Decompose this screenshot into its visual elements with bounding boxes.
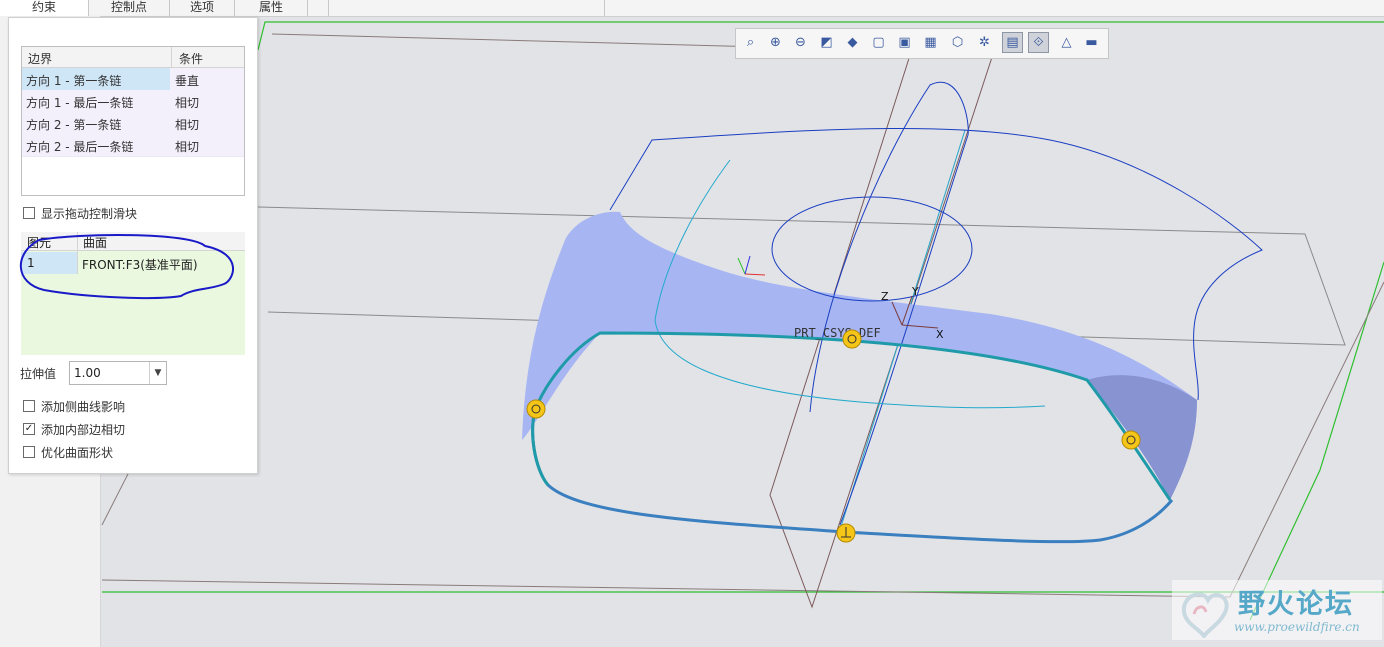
- spin-center-icon[interactable]: ▤: [1002, 32, 1023, 53]
- shading-icon[interactable]: ◆: [842, 32, 863, 53]
- watermark-logo-icon: [1181, 592, 1229, 638]
- tangent-marker-icon[interactable]: [842, 329, 862, 349]
- condition-cell[interactable]: 相切: [175, 138, 199, 155]
- boundary-table: 边界 条件 方向 1 - 第一条链 垂直 方向 1 - 最后一条链 相切 方向 …: [21, 46, 245, 196]
- table-row[interactable]: 方向 1 - 第一条链 垂直: [22, 68, 244, 91]
- watermark: 野火论坛 www.proewildfire.cn: [1172, 580, 1382, 640]
- watermark-title: 野火论坛: [1238, 589, 1354, 620]
- triad-y-icon: [737, 257, 746, 275]
- boundary-cell: 方向 1 - 最后一条链: [26, 96, 134, 110]
- show-drag-handles-label: 显示拖动控制滑块: [41, 207, 138, 221]
- view-manager-icon[interactable]: ▦: [920, 32, 941, 53]
- internal-tangent-label: 添加内部边相切: [41, 423, 126, 437]
- optimize-shape-label: 优化曲面形状: [41, 446, 114, 460]
- triad-z-icon: [744, 255, 751, 275]
- axis-label-y: Y: [911, 285, 919, 298]
- header-condition[interactable]: 条件: [179, 50, 203, 67]
- tab-properties[interactable]: 属性: [235, 0, 308, 16]
- graphics-viewport[interactable]: PRT_CSYS_DEF Z Y X: [101, 17, 1384, 647]
- model-canvas[interactable]: PRT_CSYS_DEF Z Y X: [101, 17, 1384, 647]
- datum-plane-edge-right: [1249, 261, 1384, 621]
- tab-control-points[interactable]: 控制点: [89, 0, 170, 16]
- internal-tangent-checkbox[interactable]: ✓: [23, 423, 35, 435]
- tangent-marker-icon[interactable]: [1121, 430, 1141, 450]
- header-surface[interactable]: 曲面: [83, 234, 107, 251]
- appearance-icon[interactable]: ▬: [1081, 32, 1102, 53]
- surface-cell[interactable]: FRONT:F3(基准平面): [82, 256, 198, 273]
- surface-table-header: 图元 曲面: [21, 232, 245, 251]
- chevron-down-icon[interactable]: ▼: [149, 362, 166, 384]
- zoom-out-icon[interactable]: ⊖: [790, 32, 811, 53]
- table-row[interactable]: 方向 2 - 最后一条链 相切: [22, 134, 244, 157]
- axis-label-x: X: [936, 328, 944, 341]
- view-toolbar: ⌕ ⊕ ⊖ ◩ ◆ ▢ ▣ ▦ ⬡ ✲ ▤ ⟐ △ ▬: [735, 28, 1109, 59]
- side-curve-label: 添加侧曲线影响: [41, 400, 126, 414]
- boundary-cell: 方向 2 - 最后一条链: [26, 140, 134, 154]
- perspective-icon[interactable]: ⬡: [947, 32, 968, 53]
- condition-cell[interactable]: 相切: [175, 94, 199, 111]
- stretch-label: 拉伸值: [20, 367, 57, 381]
- constraints-panel: 边界 条件 方向 1 - 第一条链 垂直 方向 1 - 最后一条链 相切 方向 …: [8, 17, 258, 474]
- stretch-value: 1.00: [74, 366, 101, 380]
- annotation-display-icon[interactable]: ⟐: [1028, 32, 1049, 53]
- zoom-in-icon[interactable]: ⊕: [765, 32, 786, 53]
- repaint-icon[interactable]: ◩: [816, 32, 837, 53]
- optimize-shape-checkbox[interactable]: [23, 446, 35, 458]
- header-element[interactable]: 图元: [27, 234, 51, 251]
- boundary-cell: 方向 2 - 第一条链: [26, 118, 122, 132]
- side-curve-checkbox[interactable]: [23, 400, 35, 412]
- boundary-curve: [609, 127, 1263, 401]
- table-row[interactable]: 方向 1 - 最后一条链 相切: [22, 90, 244, 113]
- tangent-marker-icon[interactable]: [526, 399, 546, 419]
- boundary-cell: 方向 1 - 第一条链: [26, 74, 122, 88]
- display-style-icon[interactable]: ▢: [868, 32, 889, 53]
- condition-cell[interactable]: 相切: [175, 116, 199, 133]
- header-boundary[interactable]: 边界: [28, 50, 52, 67]
- axis-label-z: Z: [881, 290, 889, 303]
- ellipse-curve: [771, 196, 973, 302]
- table-row[interactable]: 1: [21, 252, 77, 274]
- normal-marker-icon[interactable]: [836, 523, 856, 543]
- boundary-table-header: 边界 条件: [22, 47, 244, 68]
- condition-cell[interactable]: 垂直: [175, 72, 199, 89]
- tab-options[interactable]: 选项: [170, 0, 235, 16]
- refit-icon[interactable]: ⌕: [740, 32, 761, 53]
- tab-constraints[interactable]: 约束: [0, 0, 89, 16]
- stretch-value-combo[interactable]: 1.00 ▼: [69, 361, 167, 385]
- datum-display-icon[interactable]: ✲: [974, 32, 995, 53]
- triad-x-icon: [744, 273, 766, 276]
- simulation-display-icon[interactable]: △: [1056, 32, 1077, 53]
- boundary-blend-surface: [522, 211, 1197, 500]
- tab-bar: 约束 控制点 选项 属性: [0, 0, 1384, 17]
- element-cell: 1: [27, 256, 35, 270]
- boundary-chain-2: [531, 407, 1174, 544]
- table-row[interactable]: 方向 2 - 第一条链 相切: [22, 112, 244, 135]
- csys-label: PRT_CSYS_DEF: [794, 326, 881, 340]
- saved-views-icon[interactable]: ▣: [894, 32, 915, 53]
- show-drag-handles-checkbox[interactable]: [23, 207, 35, 219]
- surface-table: 图元 曲面 1 FRONT:F3(基准平面): [21, 232, 245, 355]
- watermark-url: www.proewildfire.cn: [1234, 620, 1360, 634]
